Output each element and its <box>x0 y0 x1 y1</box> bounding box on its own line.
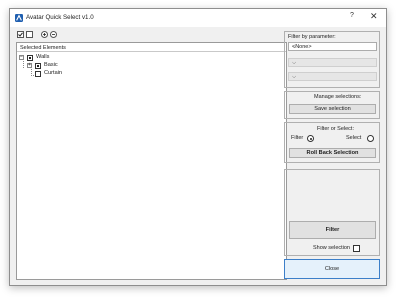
curtain-checkbox[interactable] <box>35 70 41 77</box>
chevron-down-icon: ⌵ <box>292 74 297 80</box>
close-button[interactable]: Close <box>284 259 380 279</box>
show-selection-checkbox[interactable] <box>353 245 360 252</box>
select-radio[interactable] <box>367 135 374 142</box>
walls-checkbox[interactable] <box>27 54 33 61</box>
app-logo-icon <box>15 14 23 22</box>
window-close-button[interactable]: ✕ <box>370 11 378 22</box>
collapse-all-icon[interactable] <box>50 31 57 38</box>
actions-group: Filter Show selection <box>284 169 380 256</box>
uncheck-all-icon[interactable] <box>26 31 33 38</box>
dialog-window: Avatar Quick Select v1.0 ? ✕ Selected El… <box>9 8 387 286</box>
tree-header: Selected Elements <box>17 43 286 52</box>
save-selection-button[interactable]: Save selection <box>289 104 376 114</box>
tree-item-curtain[interactable]: Curtain <box>27 70 147 78</box>
operator-dropdown[interactable]: ⌵ <box>288 58 377 67</box>
selected-elements-tree[interactable]: Selected Elements − Walls + Basic Curtai… <box>16 42 287 280</box>
parameter-dropdown[interactable]: <None> ⌵ <box>288 42 377 51</box>
value-dropdown[interactable]: ⌵ <box>288 72 377 81</box>
window-title: Avatar Quick Select v1.0 <box>26 14 94 21</box>
filter-radio-label: Filter <box>291 135 304 141</box>
chevron-down-icon: ⌵ <box>292 60 297 66</box>
filter-by-parameter-label: Filter by parameter: <box>288 34 336 40</box>
select-radio-label: Select <box>346 135 362 141</box>
show-selection-label: Show selection <box>313 245 350 251</box>
help-button[interactable]: ? <box>350 12 354 19</box>
check-all-icon[interactable] <box>17 31 24 38</box>
expand-toggle-icon[interactable]: + <box>27 63 32 68</box>
tree-item-label: Walls <box>36 54 50 60</box>
filter-button[interactable]: Filter <box>289 221 376 239</box>
manage-selections-label: Manage selections: <box>314 94 362 100</box>
tree-header-label: Selected Elements <box>20 44 66 51</box>
manage-selections-group: Manage selections: Save selection <box>284 91 380 119</box>
filter-radio[interactable] <box>307 135 314 142</box>
title-bar[interactable]: Avatar Quick Select v1.0 ? ✕ <box>10 9 386 27</box>
tree-item-walls[interactable]: − Walls <box>19 54 139 62</box>
chevron-down-icon: ⌵ <box>292 44 297 50</box>
filter-by-parameter-group: Filter by parameter: <None> ⌵ ⌵ ⌵ <box>284 31 380 88</box>
filter-or-select-group: Filter or Select: Filter Select Roll Bac… <box>284 122 380 163</box>
basic-checkbox[interactable] <box>35 62 41 69</box>
tree-item-label: Curtain <box>44 70 63 76</box>
roll-back-selection-button[interactable]: Roll Back Selection <box>289 148 376 158</box>
filter-or-select-label: Filter or Select: <box>317 126 354 132</box>
tree-item-basic[interactable]: + Basic <box>27 62 147 70</box>
collapse-toggle-icon[interactable]: − <box>19 55 24 60</box>
tree-item-label: Basic <box>44 62 58 68</box>
expand-all-icon[interactable] <box>41 31 48 38</box>
